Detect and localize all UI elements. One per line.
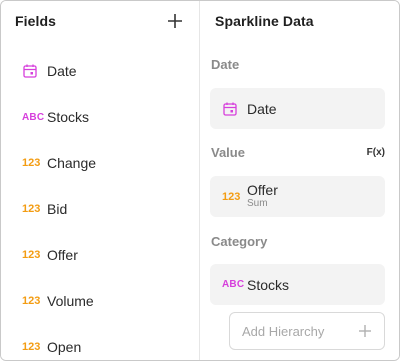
abc-icon: ABC (222, 279, 245, 290)
date-section-label: Date (211, 57, 240, 72)
plus-icon (359, 325, 371, 337)
field-label: Date (47, 63, 77, 79)
sparkline-editor: Fields Date ABC Stocks 123 Change 123 Bi… (0, 0, 400, 361)
fields-panel: Fields Date ABC Stocks 123 Change 123 Bi… (1, 1, 200, 360)
number-icon: 123 (222, 190, 241, 203)
date-field-card[interactable]: Date (210, 88, 385, 129)
number-icon: 123 (22, 203, 41, 215)
sparkline-data-panel: Sparkline Data Date Date Value F(x) 123 … (200, 1, 399, 360)
field-label: Offer (47, 247, 78, 263)
plus-icon (168, 14, 182, 28)
field-item-change[interactable]: 123 Change (22, 151, 190, 175)
number-icon: 123 (22, 341, 41, 353)
aggregation-label: Sum (247, 198, 268, 210)
field-item-open[interactable]: 123 Open (22, 335, 190, 359)
field-label: Stocks (47, 109, 90, 125)
calendar-icon (222, 101, 244, 117)
field-item-offer[interactable]: 123 Offer (22, 243, 190, 267)
fields-title: Fields (15, 13, 57, 29)
field-item-stocks[interactable]: ABC Stocks (22, 105, 190, 129)
add-field-button[interactable] (165, 11, 185, 31)
sparkline-title: Sparkline Data (215, 13, 314, 29)
add-hierarchy-button[interactable]: Add Hierarchy (229, 312, 385, 350)
category-section-label: Category (211, 234, 268, 249)
value-section-label: Value (211, 145, 245, 160)
abc-icon: ABC (22, 111, 45, 123)
calendar-icon (22, 63, 42, 79)
date-field-label: Date (247, 100, 277, 117)
category-field-card[interactable]: ABC Stocks (210, 264, 385, 305)
value-field-label: Offer (247, 182, 278, 199)
value-field-card[interactable]: 123 Offer Sum (210, 176, 385, 217)
number-icon: 123 (22, 157, 41, 169)
field-item-date[interactable]: Date (22, 59, 190, 83)
field-label: Bid (47, 201, 68, 217)
field-item-bid[interactable]: 123 Bid (22, 197, 190, 221)
add-hierarchy-label: Add Hierarchy (242, 323, 325, 339)
field-item-volume[interactable]: 123 Volume (22, 289, 190, 313)
fx-button[interactable]: F(x) (367, 147, 385, 158)
field-label: Open (47, 339, 82, 355)
number-icon: 123 (22, 249, 41, 261)
field-label: Change (47, 155, 97, 171)
field-label: Volume (47, 293, 94, 309)
category-field-label: Stocks (247, 276, 290, 293)
number-icon: 123 (22, 295, 41, 307)
